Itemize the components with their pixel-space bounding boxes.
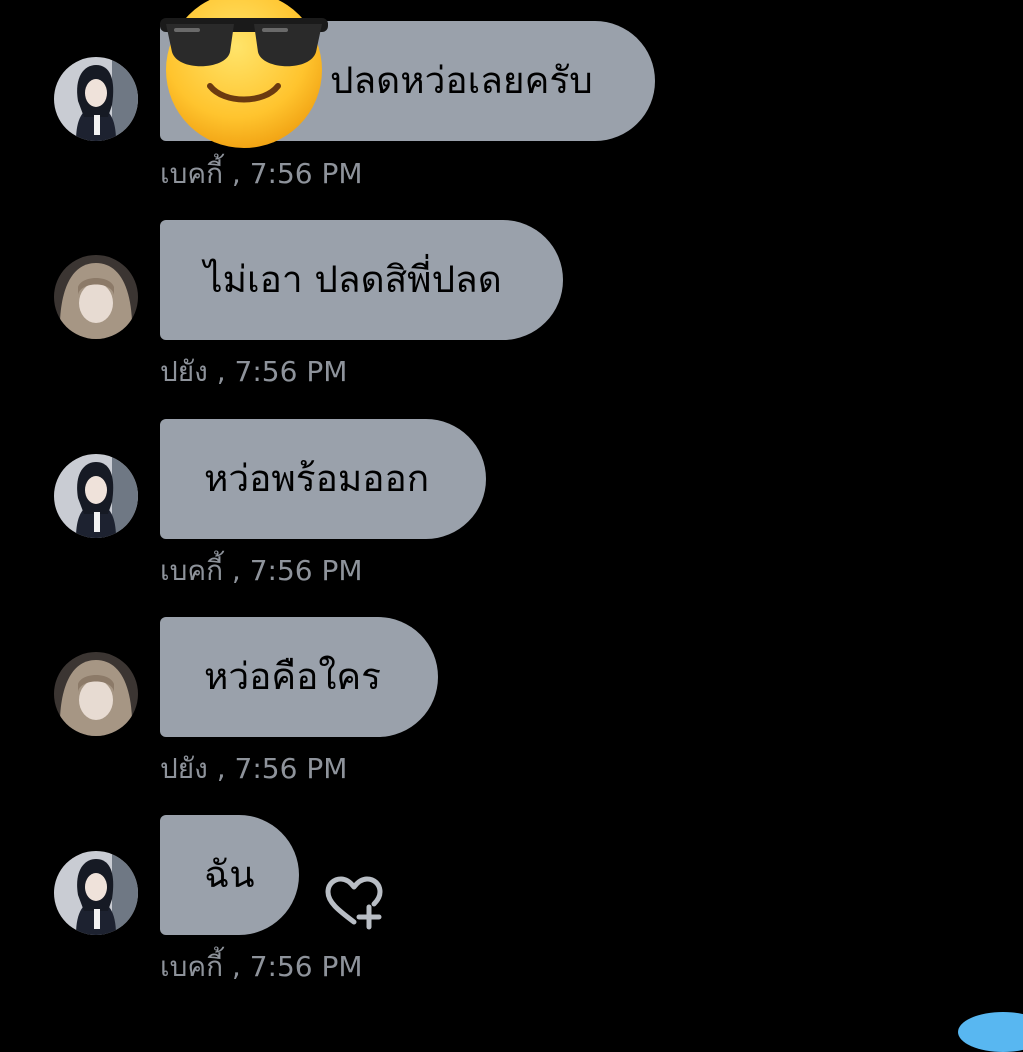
message-meta: เบคกี้ , 7:56 PM (160, 554, 363, 587)
message-text: ฉัน (204, 853, 255, 896)
avatar-becky-icon (54, 454, 138, 538)
message-bubble[interactable]: ฉัน (160, 815, 299, 935)
message-text: ไม่เอา ปลดสิพี่ปลด (204, 258, 502, 301)
scroll-indicator[interactable] (958, 1012, 1023, 1052)
message-bubble[interactable]: หว่อพร้อมออก (160, 419, 486, 539)
avatar-pyang[interactable] (54, 255, 138, 339)
sunglasses-emoji-icon (158, 0, 330, 150)
avatar-becky-icon (54, 851, 138, 935)
message-row: ฉัน เบคกี้ , 7:56 PM (0, 0, 1023, 983)
avatar-pyang[interactable] (54, 652, 138, 736)
message-text: หว่อคือใคร (204, 655, 382, 698)
message-meta: ปยัง , 7:56 PM (160, 752, 348, 785)
message-meta: ปยัง , 7:56 PM (160, 355, 348, 388)
message-bubble[interactable]: ไม่เอา ปลดสิพี่ปลด (160, 220, 563, 340)
message-meta: เบคกี้ , 7:56 PM (160, 950, 363, 983)
avatar-becky[interactable] (54, 851, 138, 935)
heart-add-icon[interactable] (324, 876, 386, 930)
avatar-pyang-icon (54, 652, 138, 736)
message-bubble[interactable]: หว่อคือใคร (160, 617, 438, 737)
message-text: หว่อพร้อมออก (204, 457, 430, 500)
avatar-becky[interactable] (54, 454, 138, 538)
avatar-pyang-icon (54, 255, 138, 339)
